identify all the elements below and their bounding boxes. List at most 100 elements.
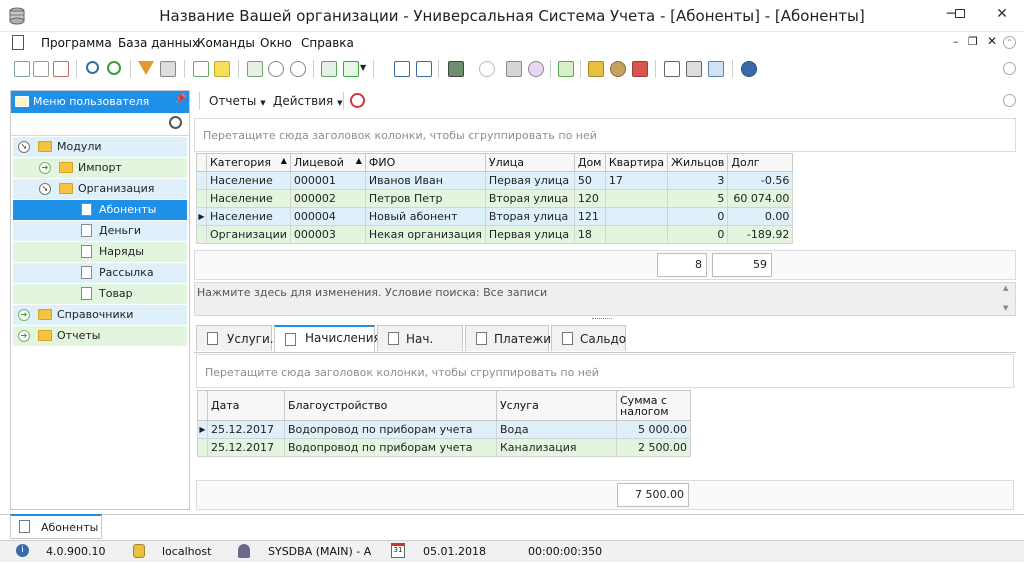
menu-help[interactable]: Справка (301, 36, 354, 50)
tree-item-directories[interactable]: ➔ Справочники (13, 305, 187, 325)
col-date[interactable]: Дата (207, 390, 285, 421)
copy-icon[interactable] (33, 61, 49, 77)
mdi-restore-icon[interactable]: ❐ (968, 35, 978, 48)
group-by-area[interactable]: Перетащите сюда заголовок колонки, чтобы… (196, 354, 1014, 388)
document-icon (81, 245, 92, 258)
lock-icon[interactable] (588, 61, 604, 77)
share-icon[interactable] (708, 61, 724, 77)
collapse-all-icon[interactable] (290, 61, 306, 77)
col-amount[interactable]: Сумма с налогом (616, 390, 691, 421)
expand-icon[interactable]: ➘ (18, 141, 30, 153)
col-service[interactable]: Услуга (496, 390, 617, 421)
expand-all-icon[interactable] (268, 61, 284, 77)
menu-window[interactable]: Окно (260, 36, 292, 50)
tab-payments[interactable]: Платежи (465, 325, 551, 351)
tab-services[interactable]: Услуги. (196, 325, 274, 351)
tree-item-modules[interactable]: ➘ Модули (13, 137, 187, 157)
stop-icon[interactable] (350, 93, 365, 108)
table-row[interactable]: 25.12.2017 Водопровод по приборам учета Ка… (197, 438, 691, 457)
expand-icon[interactable]: ➔ (18, 309, 30, 321)
mdi-minimize-icon[interactable]: – (953, 35, 959, 48)
tree-item-import[interactable]: ➔ Импорт (13, 158, 187, 178)
tab-penalty[interactable]: Нач. пеня (377, 325, 463, 372)
tree-label: Организация (78, 182, 155, 195)
import-icon[interactable] (448, 61, 464, 77)
table-row[interactable]: ▶ 25.12.2017 Водопровод по приборам учета… (197, 420, 691, 439)
disabled-icon[interactable] (479, 61, 495, 77)
menu-database[interactable]: База данных (118, 36, 199, 50)
col-street[interactable]: Улица (484, 153, 575, 172)
plug-icon[interactable] (632, 61, 648, 77)
expand-icon[interactable]: ➘ (39, 183, 51, 195)
expand-icon[interactable]: ➔ (18, 330, 30, 342)
calendar-icon[interactable] (664, 61, 680, 77)
scroll-down-icon[interactable]: ▼ (1003, 304, 1008, 312)
maximize-button[interactable] (944, 0, 976, 30)
filter-icon[interactable] (138, 61, 154, 75)
col-account[interactable]: Лицевой ▲ (289, 153, 366, 172)
search-icon[interactable] (169, 116, 182, 129)
note-icon[interactable] (214, 61, 230, 77)
tab-charges[interactable]: Начисления (274, 325, 381, 352)
folder-icon (38, 330, 52, 341)
table-row[interactable]: ▶ Население 000004 Новый абонент Вторая ули… (196, 207, 794, 226)
info-icon[interactable] (741, 61, 757, 77)
close-button[interactable]: ✕ (980, 0, 1024, 30)
new-icon[interactable] (14, 61, 30, 77)
table-row[interactable]: Организации 000003 Некая организация Первая… (196, 225, 794, 244)
export-icon[interactable] (321, 61, 337, 77)
check-icon[interactable] (558, 61, 574, 77)
user-menu-header: Меню пользователя 📌 (11, 91, 189, 113)
menu-program[interactable]: Программа (41, 36, 112, 50)
tree-item-subscribers[interactable]: Абоненты (13, 200, 187, 220)
print-icon[interactable] (686, 61, 702, 77)
col-debt[interactable]: Долг (727, 153, 794, 172)
tools-icon[interactable] (506, 61, 522, 77)
refresh-icon[interactable] (107, 61, 121, 75)
col-residents[interactable]: Жильцов (667, 153, 729, 172)
tab-subscribers[interactable]: Абоненты (10, 514, 102, 539)
delete-icon[interactable] (53, 61, 69, 77)
document-icon (81, 203, 92, 216)
tree-item-organization[interactable]: ➘ Организация (13, 179, 187, 199)
add-record-icon[interactable] (193, 61, 209, 77)
col-category[interactable]: Категория ▲ (206, 153, 291, 172)
mdi-close-icon[interactable]: ✕ (987, 34, 997, 48)
pin-icon[interactable]: 📌 (174, 94, 186, 105)
date-text: 05.01.2018 (423, 545, 486, 558)
splitter[interactable] (592, 318, 612, 321)
users-icon[interactable] (610, 61, 626, 77)
panel-collapse-icon[interactable] (1003, 94, 1016, 107)
tree-item-reports[interactable]: ➔ Отчеты (13, 326, 187, 346)
tree-item-mailing[interactable]: Рассылка (13, 263, 187, 283)
filter-bar[interactable]: Нажмите здесь для изменения. Условие пои… (194, 282, 1016, 316)
chevron-down-icon[interactable]: ▼ (360, 63, 366, 72)
tree-item-money[interactable]: Деньги (13, 221, 187, 241)
table-row[interactable]: Население 000001 Иванов Иван Первая улица 50… (196, 171, 794, 190)
columns-icon[interactable] (247, 61, 263, 77)
table-row[interactable]: Население 000002 Петров Петр Вторая улица 12… (196, 189, 794, 208)
window-edit-icon[interactable] (416, 61, 432, 77)
group-by-area[interactable]: Перетащите сюда заголовок колонки, чтобы… (194, 118, 1016, 152)
actions-dropdown[interactable]: Действия ▼ (273, 94, 342, 108)
tree-item-goods[interactable]: Товар (13, 284, 187, 304)
expand-icon[interactable]: ➔ (39, 162, 51, 174)
col-house[interactable]: Дом (573, 153, 606, 172)
col-name[interactable]: ФИО (364, 153, 486, 172)
window-add-icon[interactable] (394, 61, 410, 77)
toolbar-collapse-icon[interactable] (1003, 62, 1016, 75)
tree-label: Импорт (78, 161, 122, 174)
reports-dropdown[interactable]: Отчеты ▼ (209, 94, 266, 108)
tree-item-orders[interactable]: Наряды (13, 242, 187, 262)
scroll-up-icon[interactable]: ▲ (1003, 284, 1008, 292)
filter-settings-icon[interactable] (160, 61, 176, 77)
palette-icon[interactable] (528, 61, 544, 77)
col-apartment[interactable]: Квартира (604, 153, 669, 172)
tab-balance[interactable]: Сальдо (551, 325, 626, 351)
excel-icon[interactable] (343, 61, 359, 77)
search-icon[interactable] (86, 61, 99, 74)
menu-bar: Программа База данных Команды Окно Справ… (10, 33, 1018, 54)
menu-commands[interactable]: Команды (197, 36, 255, 50)
col-improvement[interactable]: Благоустройство (284, 390, 497, 421)
collapse-icon[interactable]: ⌃ (1003, 36, 1016, 49)
